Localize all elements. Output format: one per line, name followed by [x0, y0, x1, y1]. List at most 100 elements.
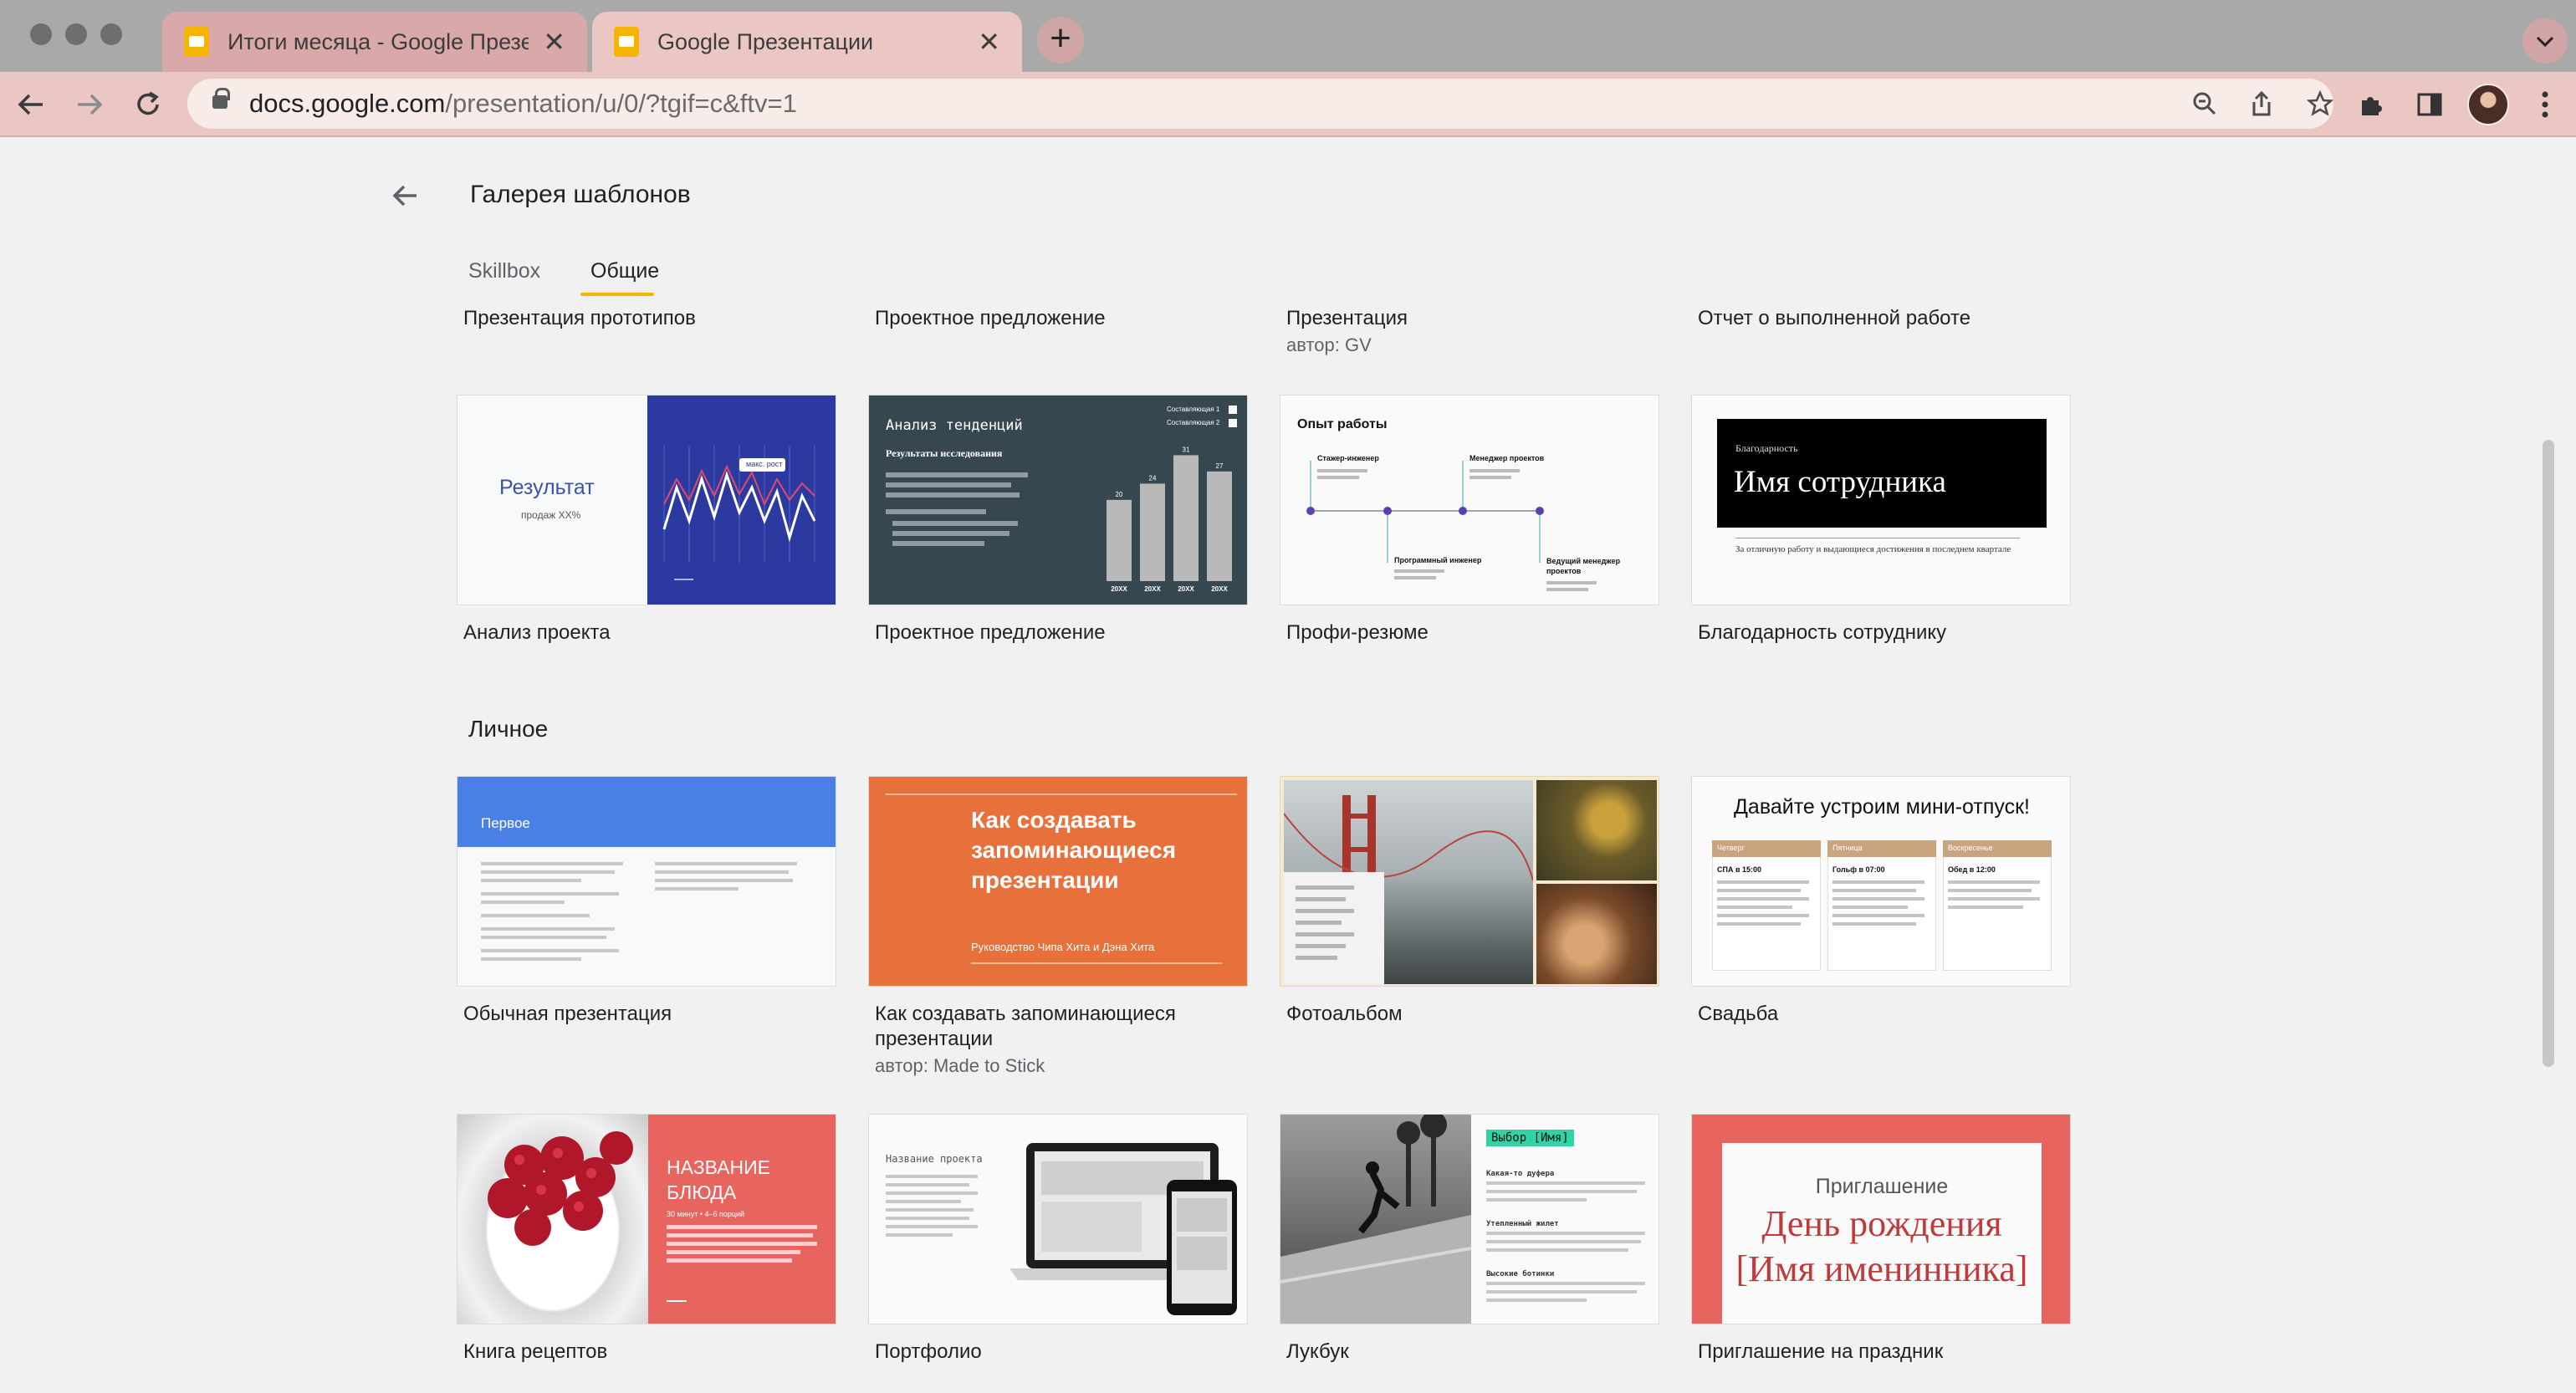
template-title[interactable]: Лукбук	[1286, 1339, 1349, 1365]
template-thumbnail-project-analysis[interactable]: Результат продаж XX% макс. рост	[457, 395, 836, 605]
thumb-text: Менеджер проектов	[1469, 454, 1545, 462]
thumb-text: Стажер-инженер	[1317, 454, 1379, 462]
template-thumbnail-lookbook[interactable]: Выбор [Имя] Какая-то дуфера Утепленный ж…	[1280, 1114, 1659, 1324]
photo-table	[1536, 884, 1657, 984]
slides-icon	[614, 27, 639, 57]
template-thumbnail-employee-thanks[interactable]: Благодарность Имя сотрудника За отличную…	[1691, 395, 2071, 605]
template-title[interactable]: Проектное предложение	[875, 620, 1106, 645]
tab-general[interactable]: Общие	[590, 259, 659, 283]
divider	[886, 793, 1237, 795]
back-button[interactable]	[10, 84, 52, 125]
close-window-icon[interactable]	[30, 23, 52, 45]
bar-value-label: 27	[1216, 462, 1224, 470]
template-title-line2[interactable]: презентации	[875, 1027, 993, 1052]
bar-category-label: 20XX	[1211, 585, 1228, 593]
template-thumbnail-party-invite[interactable]: Приглашение День рождения [Имя именинник…	[1691, 1114, 2071, 1324]
tab-skillbox[interactable]: Skillbox	[468, 259, 540, 283]
lock-icon	[212, 88, 230, 109]
template-thumbnail-memorable[interactable]: Как создавать запоминающиеся презентации…	[868, 776, 1248, 987]
template-title[interactable]: Презентация прототипов	[463, 306, 696, 331]
template-thumbnail-project-proposal[interactable]: Анализ тенденций Результаты исследования…	[868, 395, 1248, 605]
template-thumbnail-pro-resume[interactable]: Опыт работы Стажер-инженер Менеджер прое…	[1280, 395, 1659, 605]
template-title[interactable]: Благодарность сотруднику	[1698, 620, 1946, 645]
forward-button[interactable]	[69, 84, 110, 125]
share-icon[interactable]	[2243, 85, 2280, 122]
tab-title: Google Презентации	[657, 28, 874, 54]
arrow-left-icon	[392, 185, 417, 207]
page-title: Галерея шаблонов	[470, 181, 691, 208]
photo-leaves	[1536, 780, 1657, 880]
template-title[interactable]: Приглашение на праздник	[1698, 1339, 1943, 1365]
bar-value-label: 20	[1116, 491, 1123, 498]
template-title[interactable]: Фотоальбом	[1286, 1002, 1403, 1027]
arrow-right-icon	[78, 94, 103, 115]
bar	[1140, 483, 1165, 581]
thumb-text: Ведущий менеджер проектов	[1546, 557, 1621, 575]
template-thumbnail-portfolio[interactable]: Название проекта	[868, 1114, 1248, 1324]
back-arrow-button[interactable]	[388, 179, 422, 218]
more-menu-icon[interactable]	[2524, 84, 2566, 125]
minimize-window-icon[interactable]	[65, 23, 87, 45]
thumb-text: Приглашение	[1815, 1175, 1949, 1198]
close-tab-icon[interactable]: ✕	[978, 27, 1000, 57]
template-title[interactable]: Свадьба	[1698, 1002, 1778, 1027]
template-title[interactable]: Анализ проекта	[463, 620, 611, 645]
bar	[1107, 499, 1132, 581]
template-thumbnail-photo-album[interactable]	[1280, 776, 1659, 987]
active-tab-indicator	[580, 293, 654, 296]
template-title[interactable]: Проектное предложение	[875, 306, 1106, 331]
template-title[interactable]: Презентация	[1286, 306, 1408, 331]
thumb-text: Программный инженер	[1394, 556, 1482, 564]
photo-bridge	[1284, 780, 1533, 984]
close-tab-icon[interactable]: ✕	[543, 27, 565, 57]
browser-tab-active[interactable]: Google Презентации ✕	[592, 12, 1022, 72]
chart-panel: макс. рост	[647, 395, 836, 605]
template-author: автор: GV	[1286, 334, 1372, 355]
tab-title: Итоги месяца - Google Презе	[227, 28, 529, 54]
bar-category-label: 20XX	[1178, 585, 1194, 593]
divider	[971, 962, 1222, 964]
slides-icon	[184, 27, 209, 57]
thumb-text: Результат	[499, 476, 595, 499]
template-title[interactable]: Как создавать запоминающиеся	[875, 1002, 1176, 1027]
template-title[interactable]: Отчет о выполненной работе	[1698, 306, 1970, 331]
bar-category-label: 20XX	[1144, 585, 1161, 593]
address-bar[interactable]: docs.google.com/presentation/u/0/?tgif=c…	[187, 79, 2334, 129]
side-panel-icon[interactable]	[2409, 84, 2451, 125]
maximize-window-icon[interactable]	[100, 23, 122, 45]
thumb-text: За отличную работу и выдающиеся достижен…	[1735, 544, 2011, 554]
template-title[interactable]: Профи-резюме	[1286, 620, 1429, 645]
reload-button[interactable]	[127, 84, 169, 125]
extensions-icon[interactable]	[2350, 84, 2392, 125]
template-gallery: Галерея шаблонов Skillbox Общие Презента…	[0, 139, 2576, 1393]
thumb-text: продаж XX%	[521, 509, 581, 521]
template-thumbnail-recipe-book[interactable]: НАЗВАНИЕ БЛЮДА 30 минут • 4–6 порций	[457, 1114, 836, 1324]
thumb-text: Имя сотрудника	[1734, 465, 1946, 499]
browser-titlebar: Итоги месяца - Google Презе ✕ Google Пре…	[0, 0, 2576, 72]
template-title[interactable]: Книга рецептов	[463, 1339, 607, 1365]
scrollbar[interactable]	[2543, 440, 2554, 1067]
arrow-left-icon	[18, 94, 43, 115]
new-tab-button[interactable]: +	[1037, 17, 1084, 64]
reload-icon	[137, 91, 159, 115]
thumb-text: Как создавать запоминающиеся презентации	[971, 807, 1177, 893]
template-thumbnail-plain[interactable]: Первое	[457, 776, 836, 987]
browser-toolbar: docs.google.com/presentation/u/0/?tgif=c…	[0, 72, 2576, 137]
tab-search-button[interactable]	[2522, 18, 2568, 64]
template-title[interactable]: Портфолио	[875, 1339, 982, 1365]
chevron-down-icon	[2536, 36, 2554, 48]
url-text[interactable]: docs.google.com/presentation/u/0/?tgif=c…	[249, 89, 797, 119]
bookmark-star-icon[interactable]	[2302, 85, 2338, 122]
thumb-text: Благодарность	[1735, 442, 1798, 454]
thumb-text: День рождения [Имя именинника]	[1735, 1203, 2028, 1289]
zoom-icon[interactable]	[2186, 85, 2223, 122]
browser-tab[interactable]: Итоги месяца - Google Презе ✕	[162, 12, 587, 72]
section-title-personal: Личное	[468, 716, 549, 742]
template-title[interactable]: Обычная презентация	[463, 1002, 672, 1027]
profile-avatar[interactable]	[2467, 84, 2509, 125]
thumb-text: Руководство Чипа Хита и Дэна Хита	[971, 941, 1155, 953]
bar	[1173, 455, 1199, 581]
template-thumbnail-wedding[interactable]: Давайте устроим мини-отпуск! Четверг Пят…	[1691, 776, 2071, 987]
bar-value-label: 24	[1149, 474, 1157, 482]
bar-chart: 20 20XX 24 20XX 31 20XX 27 20XX	[1107, 446, 1232, 593]
